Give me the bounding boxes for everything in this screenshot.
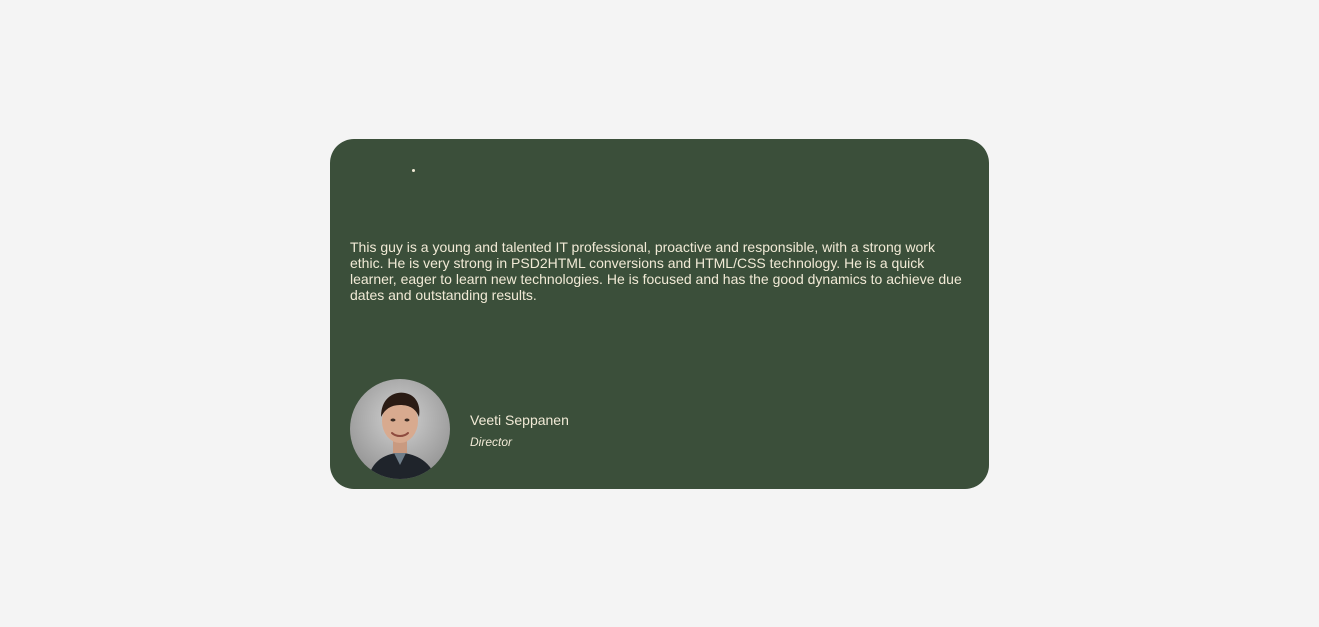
author-info: Veeti Seppanen Director — [470, 411, 569, 449]
avatar-photo — [350, 379, 450, 479]
testimonial-text: This guy is a young and talented IT prof… — [350, 239, 962, 303]
quote-mark-icon — [412, 169, 415, 172]
author-avatar — [350, 379, 450, 479]
testimonial-author: Veeti Seppanen Director — [350, 379, 569, 479]
author-role: Director — [470, 435, 513, 449]
author-name: Veeti Seppanen — [470, 412, 569, 428]
testimonial-card: This guy is a young and talented IT prof… — [330, 139, 989, 489]
